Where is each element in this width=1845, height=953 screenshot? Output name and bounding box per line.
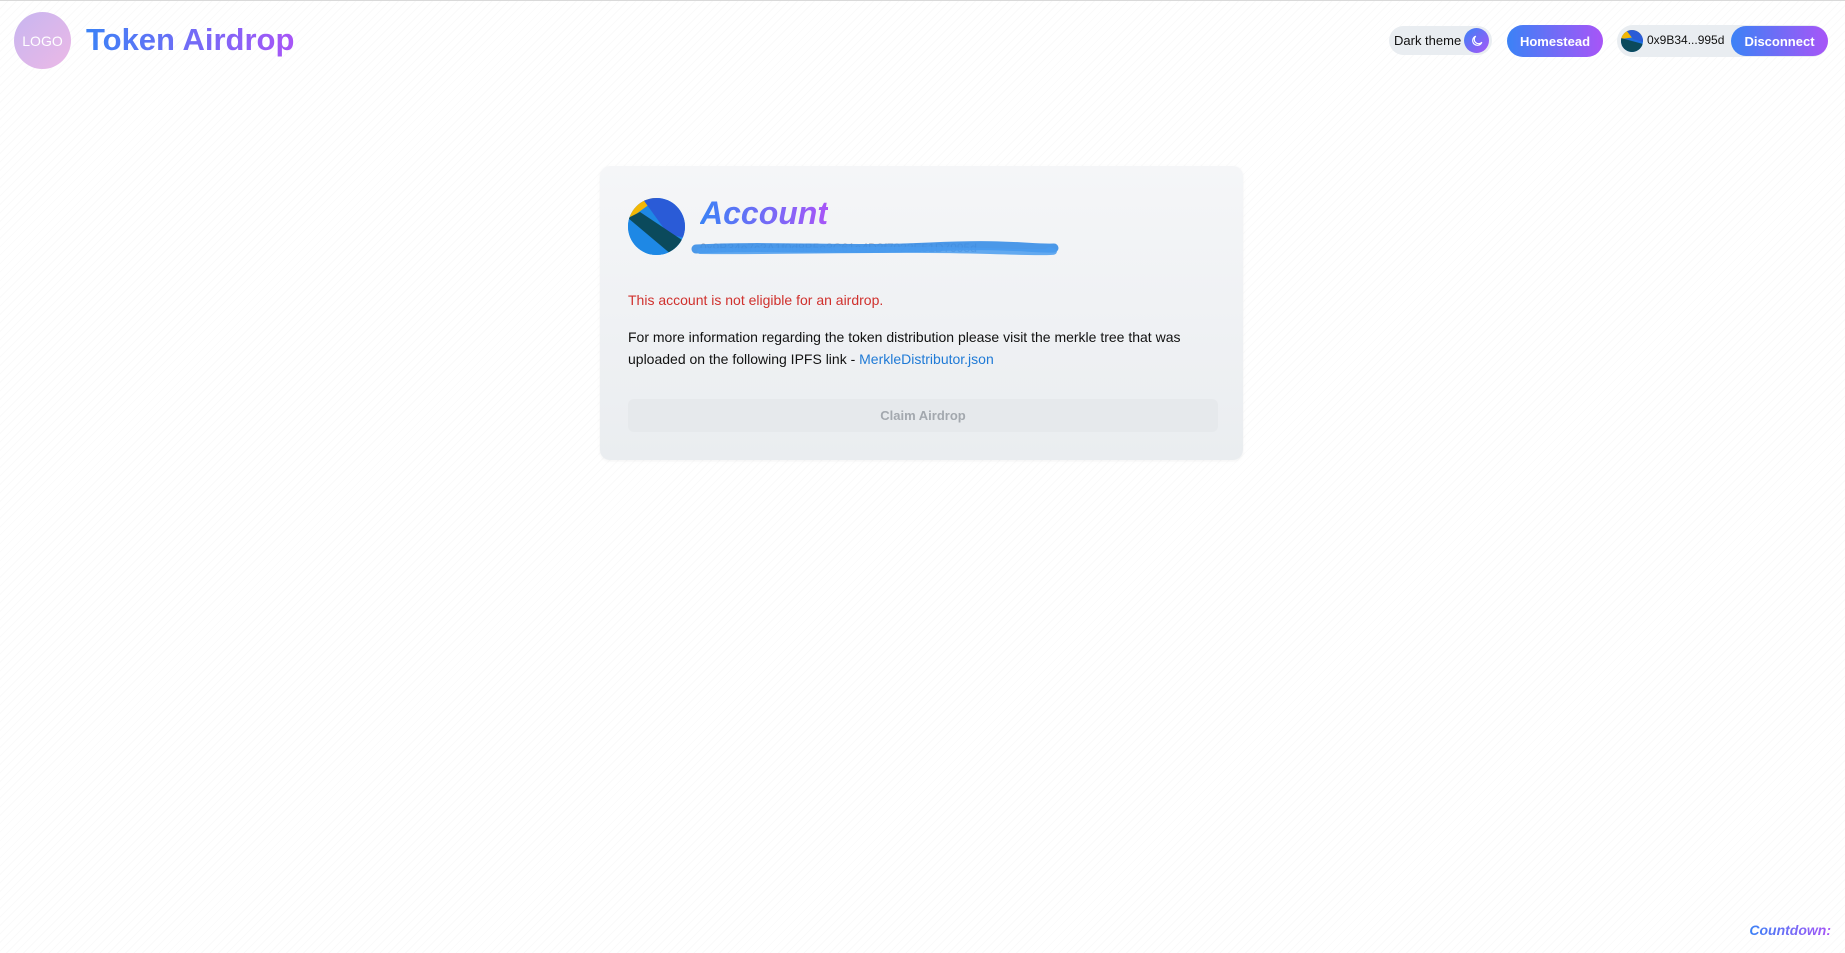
merkle-distributor-link[interactable]: MerkleDistributor.json [859,351,994,367]
wallet-address: 0x9B34...995d [1647,33,1725,47]
dark-theme-label: Dark theme [1394,33,1462,48]
dark-theme-toggle[interactable]: Dark theme [1389,26,1492,55]
countdown-label: Countdown: [1749,922,1831,938]
logo: LOGO [14,12,71,69]
wallet-avatar-icon [1621,30,1643,52]
network-button[interactable]: Homestead [1507,25,1603,57]
claim-airdrop-button[interactable]: Claim Airdrop [628,399,1218,432]
info-paragraph: For more information regarding the token… [628,326,1208,370]
app-title: Token Airdrop [86,20,294,60]
ineligible-message: This account is not eligible for an aird… [628,292,884,308]
address-redaction-scribble [691,241,1059,256]
moon-icon [1464,28,1489,53]
disconnect-button[interactable]: Disconnect [1731,26,1828,56]
account-heading: Account [700,195,828,231]
account-avatar-icon [628,198,685,255]
